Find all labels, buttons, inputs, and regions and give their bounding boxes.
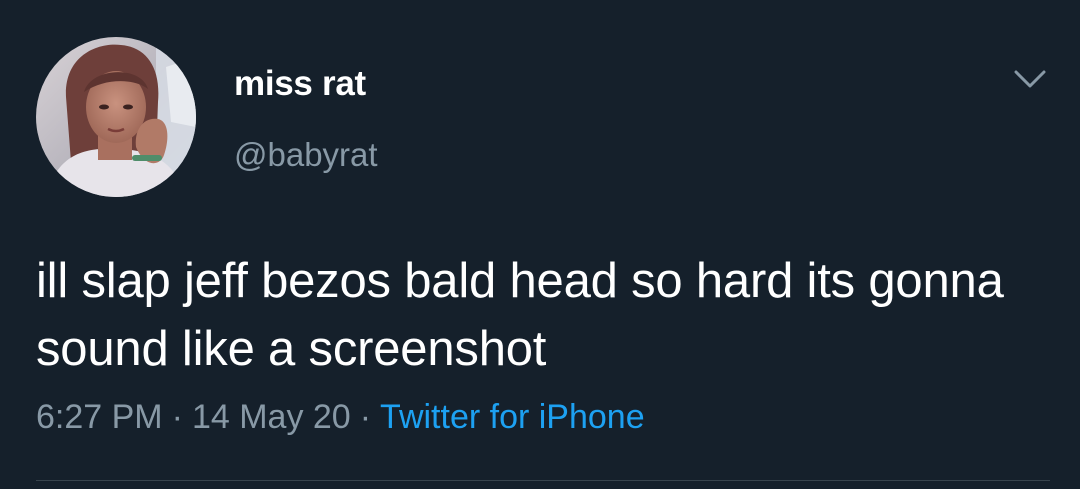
tweet-text: ill slap jeff bezos bald head so hard it… xyxy=(36,254,1004,376)
divider xyxy=(36,480,1050,481)
chevron-down-icon[interactable] xyxy=(1010,64,1050,94)
avatar[interactable] xyxy=(36,37,196,197)
author-handle[interactable]: @babyrat xyxy=(234,136,378,174)
author-display-name[interactable]: miss rat xyxy=(234,64,366,104)
meta-separator: · xyxy=(359,398,372,436)
tweet-meta: 6:27 PM · 14 May 20 · Twitter for iPhone xyxy=(36,398,645,437)
tweet-time[interactable]: 6:27 PM xyxy=(36,398,163,436)
tweet-source-link[interactable]: Twitter for iPhone xyxy=(380,398,645,436)
tweet-card: miss rat @babyrat ill slap jeff bezos ba… xyxy=(0,0,1080,489)
meta-separator: · xyxy=(171,398,183,436)
tweet-date[interactable]: 14 May 20 xyxy=(192,398,351,436)
